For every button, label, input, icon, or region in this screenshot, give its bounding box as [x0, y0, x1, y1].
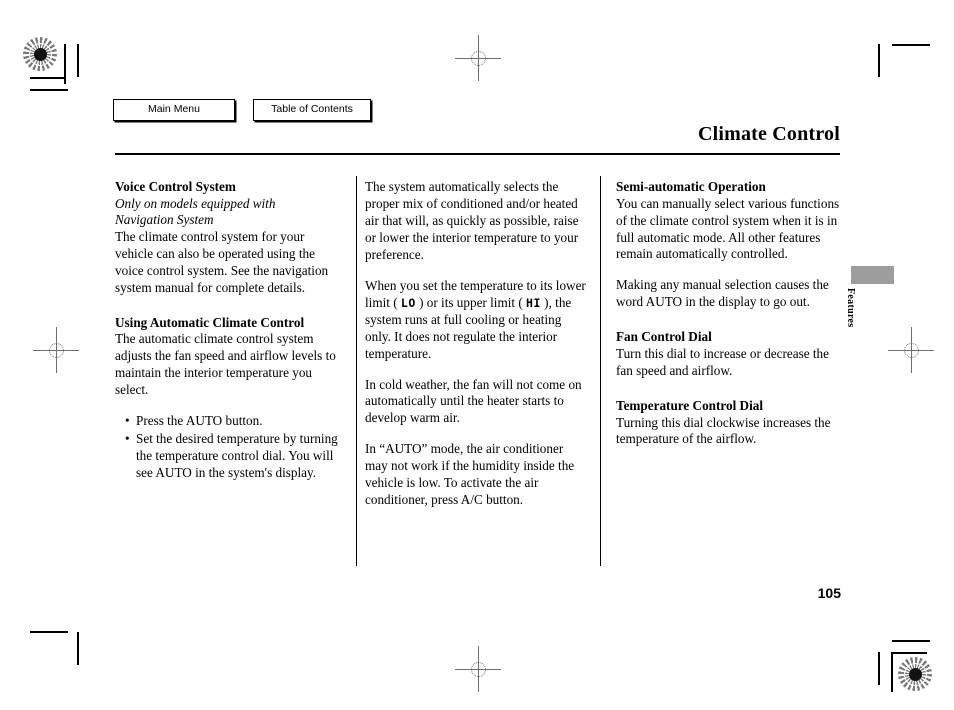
main-menu-button[interactable]: Main Menu	[113, 99, 235, 121]
crop-mark-br-vertical-outer	[878, 652, 880, 685]
crosshair-right-middle	[888, 327, 934, 373]
crop-mark-tl-horizontal-outer	[30, 89, 68, 91]
section-heading-using-automatic-climate-control: Using Automatic Climate Control	[115, 314, 305, 330]
table-of-contents-button[interactable]: Table of Contents	[253, 99, 371, 121]
crop-mark-br-horizontal	[892, 652, 927, 654]
crop-mark-tr-vertical	[878, 44, 880, 77]
column-right: Semi-automatic Operation You can manuall…	[606, 179, 840, 509]
crop-mark-br-horizontal-outer	[892, 640, 930, 642]
cold-weather-paragraph: In cold weather, the fan will not come o…	[365, 376, 582, 426]
page-title: Climate Control	[697, 123, 840, 145]
crosshair-left-middle	[33, 327, 79, 373]
temperature-limits-paragraph: When you set the temperature to its lowe…	[365, 278, 589, 363]
voice-control-subnote-line1: Only on models equipped with	[115, 195, 276, 211]
article-columns: Voice Control System Only on models equi…	[115, 179, 840, 509]
crosshair-circle	[470, 50, 486, 66]
navigation-button-bar: Main Menu Table of Contents	[113, 99, 371, 121]
crop-mark-bl-vertical	[77, 632, 79, 665]
crop-mark-tl-vertical-outer	[77, 44, 79, 77]
registration-target-top-left	[23, 37, 57, 71]
lcd-high-indicator-icon: HI	[526, 296, 541, 311]
side-tab-marker	[851, 266, 894, 284]
voice-control-subnote-line2: Navigation System	[115, 212, 214, 228]
crop-mark-br-vertical	[891, 652, 893, 692]
side-tab-label-features: Features	[845, 288, 856, 328]
lcd-low-indicator-icon: LO	[400, 296, 416, 311]
section-heading-semi-automatic-operation: Semi-automatic Operation	[616, 179, 766, 194]
page-number: 105	[817, 585, 841, 601]
column-middle: The system automatically selects the pro…	[355, 179, 589, 509]
crop-mark-bl-horizontal	[30, 631, 68, 633]
voice-control-paragraph: The climate control system for your vehi…	[115, 228, 329, 295]
auto-mode-paragraph: In “AUTO” mode, the air conditioner may …	[365, 441, 575, 508]
system-selects-paragraph: The system automatically selects the pro…	[365, 179, 579, 262]
crop-mark-tr-horizontal	[892, 44, 930, 46]
crosshair-circle	[48, 342, 64, 358]
crosshair-circle	[903, 342, 919, 358]
semi-automatic-paragraph: You can manually select various function…	[616, 195, 840, 262]
section-heading-voice-control-system: Voice Control System	[115, 179, 236, 194]
list-item: Set the desired temperature by turning t…	[125, 431, 339, 482]
crosshair-top-center	[455, 35, 501, 81]
section-heading-fan-control-dial: Fan Control Dial	[616, 329, 712, 345]
temperature-control-paragraph: Turning this dial clockwise increases th…	[616, 414, 831, 447]
crop-mark-tl-horizontal	[30, 77, 65, 79]
fan-control-paragraph: Turn this dial to increase or decrease t…	[616, 345, 830, 378]
automatic-climate-paragraph: The automatic climate control system adj…	[115, 331, 336, 398]
manual-selection-paragraph: Making any manual selection causes the w…	[616, 277, 829, 310]
temperature-limits-text-part2: ) or its upper limit (	[415, 294, 527, 310]
crosshair-circle	[470, 661, 486, 677]
registration-target-bottom-right	[898, 657, 932, 691]
crosshair-bottom-center	[455, 646, 501, 692]
section-heading-temperature-control-dial: Temperature Control Dial	[616, 397, 764, 413]
title-underline-rule	[115, 153, 840, 155]
automatic-climate-bullet-list: Press the AUTO button. Set the desired t…	[115, 413, 339, 482]
column-left: Voice Control System Only on models equi…	[115, 179, 339, 509]
list-item: Press the AUTO button.	[125, 413, 339, 430]
